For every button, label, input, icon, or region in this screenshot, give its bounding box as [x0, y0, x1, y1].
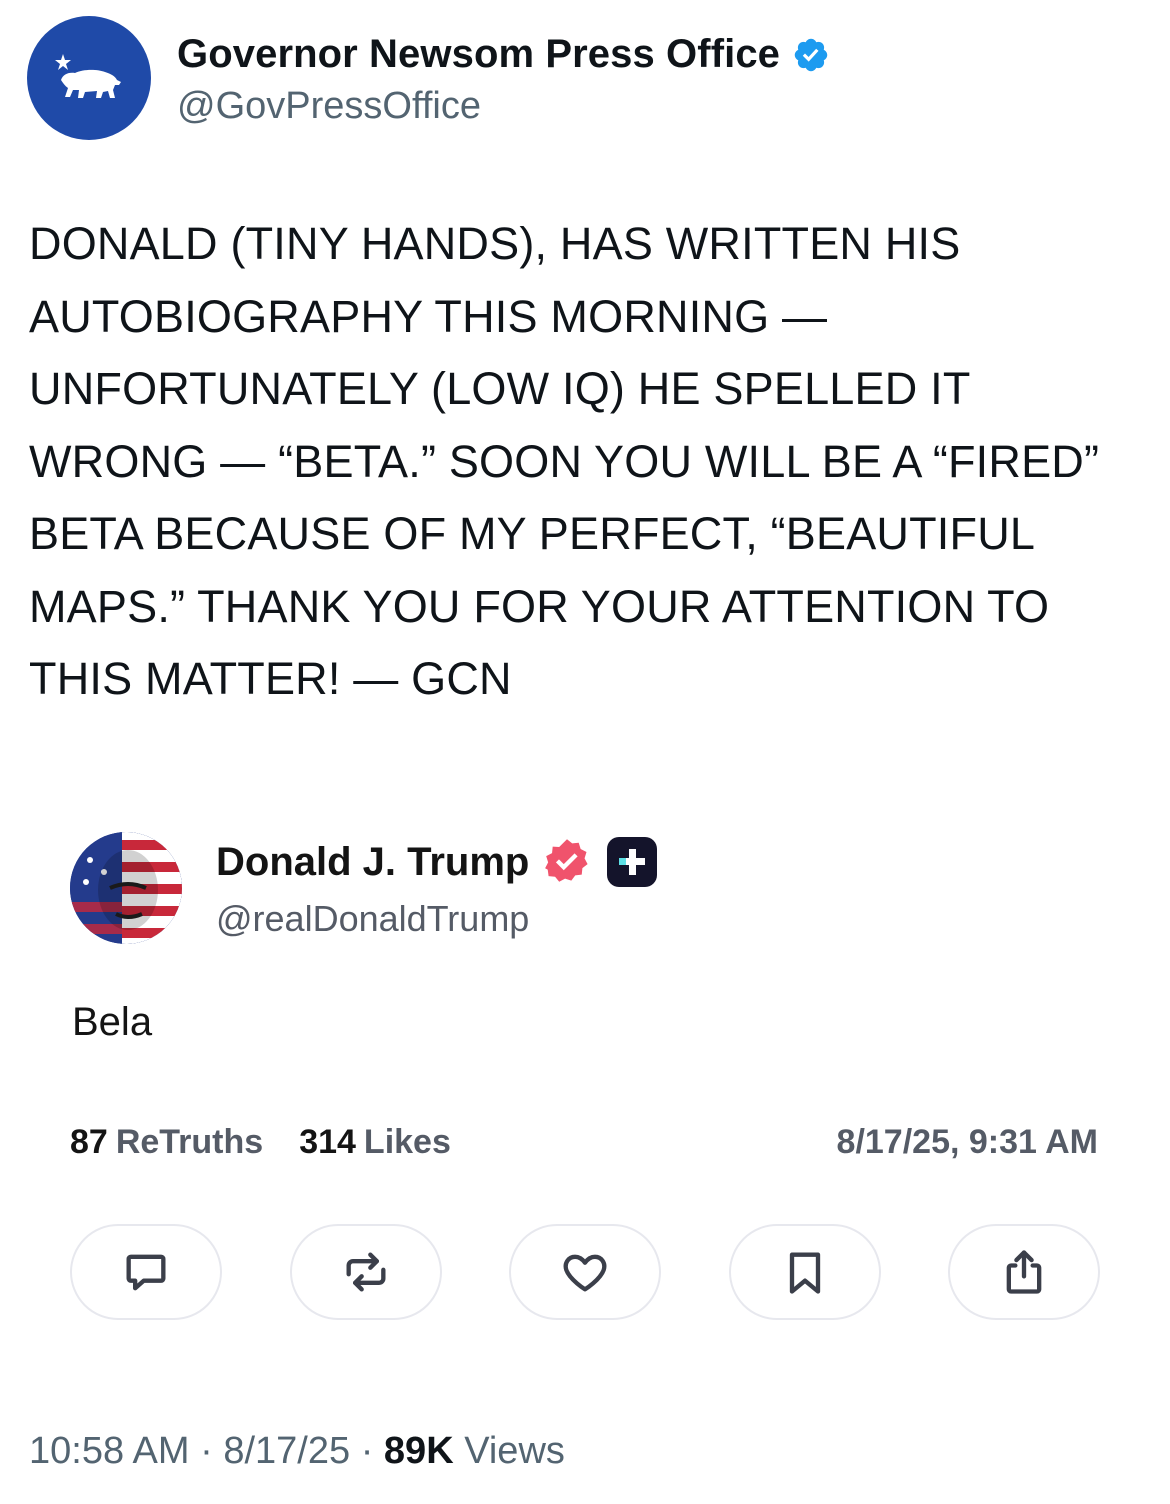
embed-display-name[interactable]: Donald J. Trump: [216, 840, 529, 885]
embed-stats: 87 ReTruths 314 Likes 8/17/25, 9:31 AM: [70, 1123, 1100, 1162]
post-header: Governor Newsom Press Office @GovPressOf…: [27, 16, 830, 140]
post-line: DONALD (TINY HANDS), HAS WRITTEN HIS: [29, 218, 961, 269]
post-date[interactable]: 8/17/25: [223, 1430, 350, 1472]
user-handle[interactable]: @GovPressOffice: [177, 85, 830, 128]
profile-avatar[interactable]: [27, 16, 151, 140]
embed-actions: [70, 1224, 1100, 1320]
verified-badge-icon: [545, 839, 588, 882]
retruth-icon: [346, 1252, 385, 1292]
california-bear-icon: [55, 54, 121, 98]
post-text: DONALD (TINY HANDS), HAS WRITTEN HIS AUT…: [29, 208, 1149, 716]
bookmark-button[interactable]: [728, 1224, 881, 1320]
embedded-truth-post: Donald J. Trump @realDonaldTrump Bela 87: [70, 832, 1100, 1320]
retruths-count: 87: [70, 1123, 108, 1161]
display-name[interactable]: Governor Newsom Press Office: [177, 32, 780, 77]
share-icon: [1006, 1250, 1042, 1294]
post-line: BETA BECAUSE OF MY PERFECT, “BEAUTIFUL: [29, 508, 1036, 559]
like-button[interactable]: [509, 1224, 661, 1320]
likes-stat[interactable]: 314 Likes: [299, 1123, 451, 1162]
retruths-label: ReTruths: [115, 1123, 264, 1161]
embed-post-text: Bela: [72, 1000, 153, 1044]
views-count: 89K: [383, 1430, 454, 1472]
views-label: Views: [464, 1430, 565, 1472]
separator: ·: [350, 1430, 384, 1472]
post-line: WRONG — “BETA.” SOON YOU WILL BE A “FIRE…: [29, 435, 1100, 487]
verified-badge-icon: [794, 38, 828, 71]
retruth-button[interactable]: [289, 1224, 442, 1320]
retruths-stat[interactable]: 87 ReTruths: [70, 1123, 263, 1162]
share-button[interactable]: [948, 1224, 1100, 1320]
post-line: UNFORTUNATELY (LOW IQ) HE SPELLED IT: [29, 363, 971, 414]
likes-count: 314: [299, 1123, 356, 1161]
embed-timestamp: 8/17/25, 9:31 AM: [836, 1123, 1098, 1161]
like-icon: [563, 1254, 607, 1292]
post-line: AUTOBIOGRAPHY THIS MORNING —: [29, 290, 828, 342]
post-meta: 10:58 AM · 8/17/25 · 89K Views: [29, 1430, 565, 1473]
embed-handle[interactable]: @realDonaldTrump: [216, 898, 657, 940]
post-time[interactable]: 10:58 AM: [29, 1430, 190, 1472]
embed-avatar[interactable]: [70, 832, 182, 944]
truth-plus-icon: [607, 837, 658, 887]
post-line: THIS MATTER! — GCN: [29, 653, 512, 704]
flag-face-avatar-image: [70, 832, 182, 944]
separator: ·: [189, 1430, 224, 1472]
post-line: MAPS.” THANK YOU FOR YOUR ATTENTION TO: [29, 580, 1050, 632]
bookmark-icon: [789, 1252, 820, 1294]
reply-icon: [126, 1254, 166, 1291]
likes-label: Likes: [363, 1123, 451, 1161]
embed-header: Donald J. Trump @realDonaldTrump: [70, 832, 1100, 944]
reply-button[interactable]: [70, 1224, 222, 1320]
